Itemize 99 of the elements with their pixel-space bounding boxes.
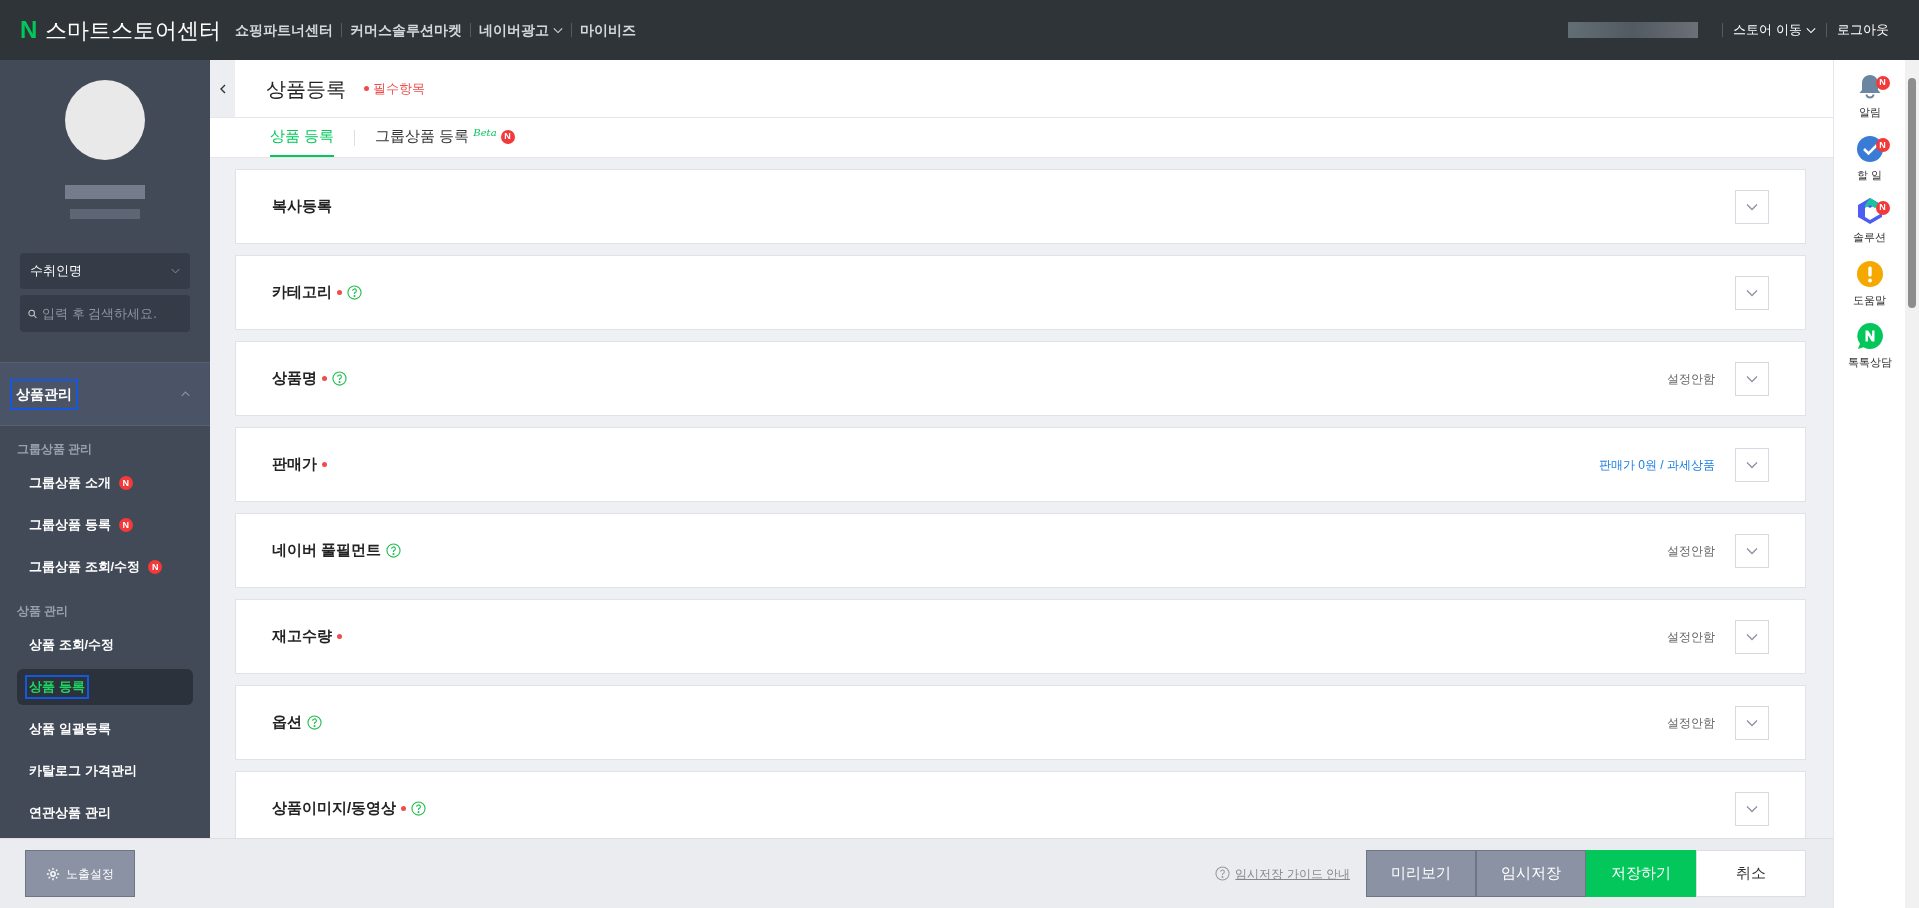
beta-tag: Beta (473, 125, 497, 140)
tab[interactable]: 그룹상품 등록 Beta N (375, 118, 515, 157)
menu-item-label: 그룹상품 조회/수정 (28, 558, 142, 577)
help-icon[interactable] (386, 543, 402, 558)
rail-label[interactable]: 할 일 (1856, 166, 1883, 183)
new-badge: N (1875, 200, 1890, 215)
logo-mark[interactable]: N (20, 12, 38, 48)
rail-label[interactable]: 톡톡상담 (1847, 354, 1892, 371)
expand-button[interactable] (1735, 189, 1769, 224)
chevron-left-icon (219, 83, 226, 94)
rail-label[interactable]: 도움말 (1853, 291, 1886, 308)
section-title: 옵션 (272, 712, 302, 733)
menu-item[interactable]: 그룹상품 소개 N (17, 465, 193, 501)
gear-icon (46, 866, 60, 881)
menu-item-label: 그룹상품 등록 (28, 516, 112, 535)
chevron-down-icon (1745, 718, 1759, 727)
required-note: 필수항목 (364, 78, 425, 99)
redacted-text (70, 209, 140, 219)
menu-item-label: 그룹상품 소개 (28, 474, 112, 493)
caret-icon (553, 26, 564, 34)
search-input[interactable]: 입력 후 검색하세요. (42, 303, 182, 324)
filter-dropdown[interactable]: 수취인명 (20, 253, 190, 289)
nav-link[interactable]: 마이비즈 (580, 19, 637, 41)
menu-item[interactable]: 연관상품 관리 (17, 795, 193, 831)
footer-button[interactable]: 취소 (1696, 850, 1806, 897)
chat-bubble-icon[interactable] (1855, 322, 1884, 350)
expand-button[interactable] (1735, 275, 1769, 310)
menu-item-label: 상품 일괄등록 (28, 720, 112, 739)
caret-icon (171, 268, 180, 274)
menu-item[interactable]: 상품 조회/수정 (17, 627, 193, 663)
expand-button[interactable] (1735, 791, 1769, 826)
section-card[interactable]: 네이버 풀필먼트 설정안함 (235, 513, 1806, 588)
new-badge: N (148, 560, 163, 574)
search-field[interactable]: 입력 후 검색하세요. (20, 295, 190, 332)
menu-group-heading: 상품 관리 (17, 603, 70, 620)
menu-item-label: 상품 조회/수정 (28, 636, 116, 655)
menu-item[interactable]: 카탈로그 가격관리 (17, 753, 193, 789)
section-title: 상품명 (272, 368, 317, 389)
check-icon[interactable] (1855, 134, 1884, 163)
section-status: 설정안함 (1667, 542, 1715, 560)
caret-icon (1806, 26, 1816, 34)
top-link[interactable]: 로그아웃 (1837, 20, 1889, 40)
expand-button[interactable] (1735, 705, 1769, 740)
expand-button[interactable] (1735, 447, 1769, 482)
section-title: 재고수량 (272, 626, 332, 647)
top-link[interactable]: 스토어 이동 (1733, 20, 1816, 40)
section-card[interactable]: 상품이미지/동영상 (235, 771, 1806, 838)
section-card[interactable]: 복사등록 (235, 169, 1806, 244)
page-title: 상품등록 (266, 76, 346, 102)
nav-link[interactable]: 쇼핑파트너센터 (235, 19, 334, 41)
new-badge: N (118, 518, 133, 532)
help-icon[interactable] (411, 801, 427, 816)
chevron-down-icon (1745, 288, 1759, 297)
nav-link[interactable]: 커머스솔루션마켓 (350, 19, 463, 41)
new-badge: N (500, 129, 515, 144)
section-card[interactable]: 옵션 설정안함 (235, 685, 1806, 760)
section-card[interactable]: 재고수량 설정안함 (235, 599, 1806, 674)
chevron-down-icon (1745, 374, 1759, 383)
menu-item[interactable]: 상품 일괄등록 (17, 711, 193, 747)
expand-button[interactable] (1735, 533, 1769, 568)
section-title: 판매가 (272, 454, 317, 475)
section-status: 설정안함 (1667, 370, 1715, 388)
menu-section-title[interactable]: 상품관리 (10, 378, 78, 410)
menu-item[interactable]: 그룹상품 조회/수정 N (17, 549, 193, 585)
chevron-down-icon (1745, 460, 1759, 469)
section-title: 상품이미지/동영상 (272, 798, 397, 819)
section-title: 복사등록 (272, 196, 332, 217)
chevron-down-icon (1745, 546, 1759, 555)
section-title: 네이버 풀필먼트 (272, 540, 382, 561)
help-icon (1215, 866, 1231, 881)
section-status: 설정안함 (1667, 714, 1715, 732)
chevron-down-icon (1745, 632, 1759, 641)
chevron-down-icon (1745, 202, 1759, 211)
section-status: 판매가 0원 / 과세상품 (1599, 456, 1715, 474)
help-icon[interactable] (347, 285, 362, 300)
section-card[interactable]: 판매가 판매가 0원 / 과세상품 (235, 427, 1806, 502)
hexagon-logo-icon[interactable] (1855, 197, 1884, 225)
menu-item-label: 카탈로그 가격관리 (28, 762, 138, 781)
rail-label[interactable]: 솔루션 (1853, 229, 1886, 246)
menu-item[interactable]: 그룹상품 등록 N (17, 507, 193, 543)
logo-text[interactable]: 스마트스토어센터 (45, 13, 222, 47)
exclamation-icon[interactable] (1855, 259, 1884, 288)
section-card[interactable]: 카테고리 (235, 255, 1806, 330)
expand-button[interactable] (1735, 361, 1769, 396)
chevron-down-icon (1745, 804, 1759, 813)
section-status: 설정안함 (1667, 628, 1715, 646)
menu-item[interactable]: 상품 등록 (17, 669, 193, 705)
expand-button[interactable] (1735, 619, 1769, 654)
menu-group-heading: 그룹상품 관리 (17, 441, 94, 458)
section-title: 카테고리 (272, 282, 332, 303)
help-icon[interactable] (307, 715, 322, 730)
rail-label[interactable]: 알림 (1858, 104, 1881, 121)
menu-item-label: 연관상품 관리 (28, 804, 112, 823)
new-badge: N (118, 476, 133, 490)
menu-item-label: 상품 등록 (25, 675, 89, 699)
collapse-caret-icon[interactable] (181, 391, 190, 397)
nav-link[interactable]: 네이버광고 (479, 19, 564, 41)
section-card[interactable]: 상품명 설정안함 (235, 341, 1806, 416)
help-icon[interactable] (332, 371, 347, 386)
